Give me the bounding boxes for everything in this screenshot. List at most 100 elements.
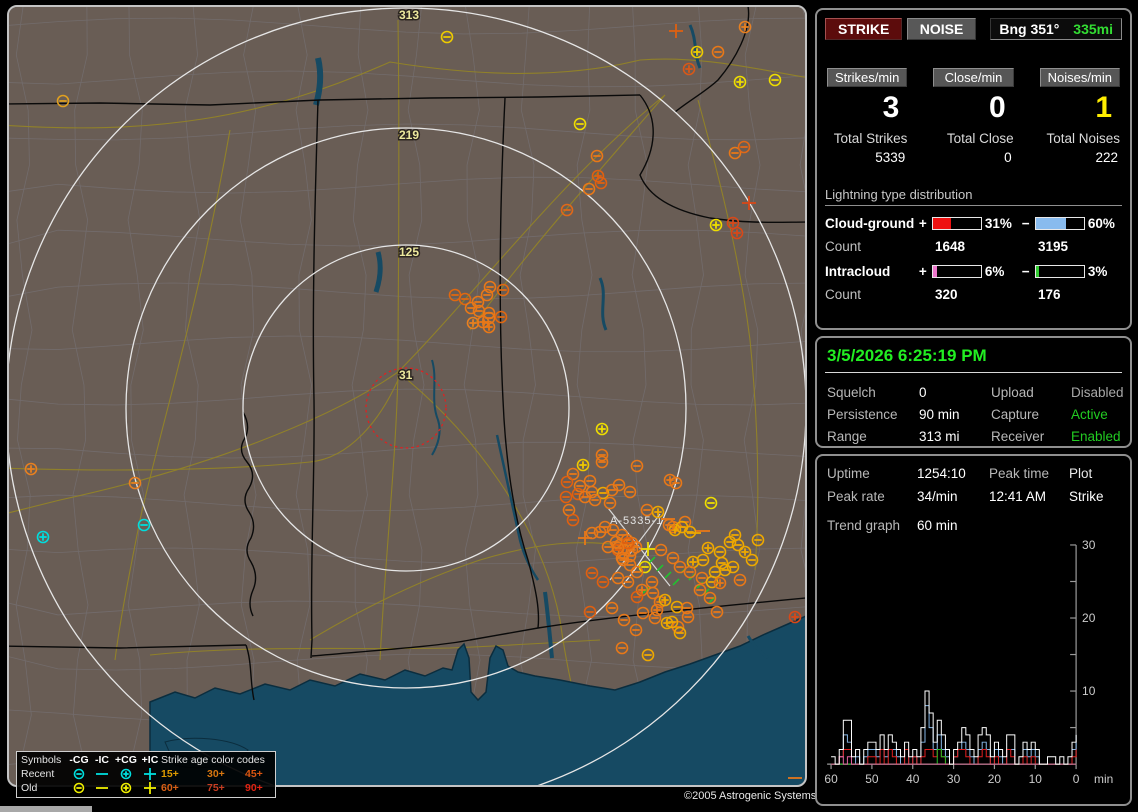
map-legend: Symbols -CG -IC +CG +IC Strike age color… — [16, 751, 276, 798]
peak-rate-value: 34/min — [917, 489, 989, 504]
svg-text:10: 10 — [1029, 772, 1043, 786]
svg-text:40: 40 — [906, 772, 920, 786]
plus-sign: + — [916, 264, 929, 279]
svg-text:219: 219 — [399, 128, 419, 142]
map-canvas: 31321912531 A-5335-1 — [0, 0, 812, 790]
legend-row-recent-label: Recent — [21, 768, 67, 780]
app-window: { "titlebar": { "copyright": "©2005 Astr… — [0, 0, 1138, 812]
trend-graph-window: 60 min — [917, 518, 1122, 533]
strikes-per-min-value: 3 — [827, 91, 907, 129]
total-close-value: 0 — [933, 150, 1013, 165]
total-strikes-label: Total Strikes — [827, 131, 907, 146]
status-panel: 3/5/2026 6:25:19 PM Squelch 0 Upload Dis… — [815, 336, 1132, 448]
ic-negative-bar — [1035, 265, 1084, 278]
range-value: 313 mi — [919, 429, 991, 444]
copyright-text: ©2005 Astrogenic Systems — [684, 790, 816, 802]
old-cg-neg-icon — [67, 781, 91, 794]
total-close-label: Total Close — [933, 131, 1013, 146]
persistence-value: 90 min — [919, 407, 991, 422]
age-90: 90+ — [245, 782, 283, 794]
svg-text:60: 60 — [825, 772, 838, 786]
distribution-title: Lightning type distribution — [825, 187, 1122, 206]
peak-time-value: 12:41 AM — [989, 489, 1069, 504]
cloud-ground-row: Cloud-ground + 31% − 60% — [825, 216, 1122, 231]
age-75: 75+ — [207, 782, 245, 794]
receiver-status: Enabled — [1071, 429, 1124, 444]
peak-rate-label: Peak rate — [827, 489, 917, 504]
capture-status: Active — [1071, 407, 1124, 422]
strike-stats-panel: STRIKE NOISE Bng 351° 335mi Strikes/min … — [815, 8, 1132, 330]
range-label: Range — [827, 429, 919, 444]
receiver-label: Receiver — [991, 429, 1071, 444]
squelch-label: Squelch — [827, 385, 919, 400]
recent-cg-pos-icon — [113, 767, 139, 780]
upload-status: Disabled — [1071, 385, 1124, 400]
svg-text:20: 20 — [1082, 611, 1096, 625]
noises-per-min-chip: Noises/min — [1040, 68, 1120, 87]
intracloud-label: Intracloud — [825, 264, 916, 279]
cg-negative-count: 3195 — [1038, 239, 1068, 254]
squelch-value: 0 — [919, 385, 991, 400]
capture-label: Capture — [991, 407, 1071, 422]
ic-positive-pct: 6% — [985, 264, 1019, 279]
ic-negative-count: 176 — [1038, 287, 1061, 302]
trend-graph-label: Trend graph — [827, 518, 917, 533]
intracloud-count-row: Count 320 176 — [825, 287, 1122, 302]
taskbar-sliver — [0, 806, 92, 812]
cloud-ground-count-row: Count 1648 3195 — [825, 239, 1122, 254]
old-ic-pos-icon — [139, 781, 161, 794]
count-label: Count — [825, 239, 935, 254]
close-per-min-chip: Close/min — [933, 68, 1013, 87]
cg-positive-bar — [932, 217, 981, 230]
cg-negative-bar — [1035, 217, 1084, 230]
legend-col-cg-neg: -CG — [67, 754, 91, 766]
svg-text:50: 50 — [865, 772, 879, 786]
legend-age-title: Strike age color codes — [161, 754, 283, 766]
plus-sign: + — [916, 216, 929, 231]
uptime-label: Uptime — [827, 466, 917, 481]
peak-time-label: Peak time — [989, 466, 1069, 481]
age-60: 60+ — [161, 782, 207, 794]
strike-toggle-button[interactable]: STRIKE — [825, 18, 902, 40]
trend-panel: Uptime 1254:10 Peak time Plot Peak rate … — [815, 454, 1132, 806]
old-cg-pos-icon — [113, 781, 139, 794]
cg-positive-pct: 31% — [985, 216, 1019, 231]
svg-text:313: 313 — [399, 8, 419, 22]
noises-per-min-value: 1 — [1040, 91, 1120, 129]
legend-col-cg-pos: +CG — [113, 754, 139, 766]
bearing-range: 335mi — [1073, 21, 1113, 37]
total-noises-value: 222 — [1040, 150, 1120, 165]
legend-col-ic-pos: +IC — [139, 754, 161, 766]
noise-toggle-button[interactable]: NOISE — [907, 18, 977, 40]
age-30: 30+ — [207, 768, 245, 780]
plot-label: Plot — [1069, 466, 1122, 481]
ic-negative-pct: 3% — [1088, 264, 1122, 279]
total-strikes-value: 5339 — [827, 150, 907, 165]
svg-text:20: 20 — [988, 772, 1002, 786]
count-label: Count — [825, 287, 935, 302]
legend-symbols-label: Symbols — [21, 754, 67, 766]
lightning-map: 31321912531 A-5335-1 Symbols -CG -IC +CG… — [0, 0, 812, 790]
bearing-display: Bng 351° 335mi — [990, 18, 1122, 40]
intracloud-row: Intracloud + 6% − 3% — [825, 264, 1122, 279]
svg-text:0: 0 — [1073, 772, 1080, 786]
ic-positive-count: 320 — [935, 287, 1038, 302]
legend-row-old-label: Old — [21, 782, 67, 794]
bearing-label: Bng 351° — [999, 21, 1059, 37]
svg-text:30: 30 — [1082, 538, 1096, 552]
total-noises-label: Total Noises — [1040, 131, 1120, 146]
ic-positive-bar — [932, 265, 981, 278]
age-15: 15+ — [161, 768, 207, 780]
trend-chart: 1020306050403020100min — [825, 537, 1124, 789]
cg-positive-count: 1648 — [935, 239, 1038, 254]
strikes-per-min-chip: Strikes/min — [827, 68, 907, 87]
minus-sign: − — [1019, 216, 1032, 231]
plot-value: Strike — [1069, 489, 1122, 504]
recent-ic-pos-icon — [139, 767, 161, 780]
datetime-display: 3/5/2026 6:25:19 PM — [825, 344, 1122, 373]
old-ic-neg-icon — [91, 781, 113, 794]
svg-text:125: 125 — [399, 245, 419, 259]
svg-text:31: 31 — [399, 368, 413, 382]
cloud-ground-label: Cloud-ground — [825, 216, 916, 231]
close-per-min-value: 0 — [933, 91, 1013, 129]
